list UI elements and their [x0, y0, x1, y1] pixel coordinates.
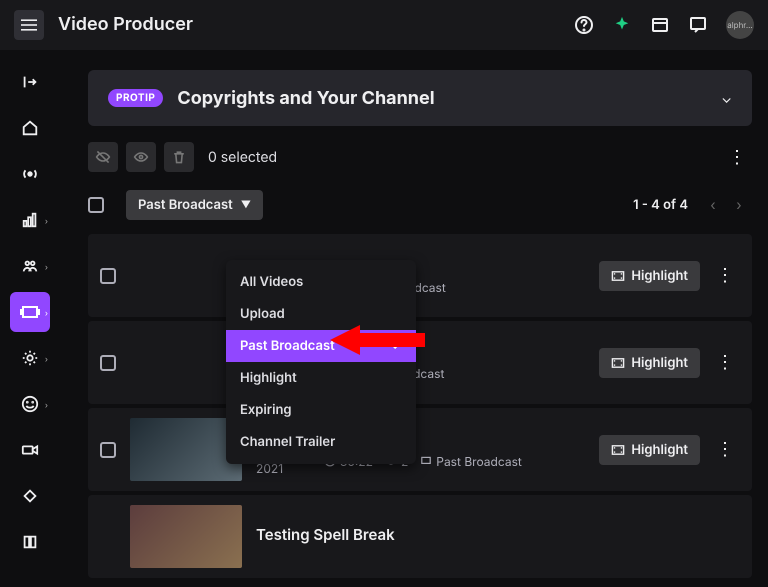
sidebar-camera[interactable] — [10, 430, 50, 470]
gear-icon — [21, 349, 39, 367]
sidebar-emotes[interactable]: › — [10, 384, 50, 424]
chat-button[interactable] — [688, 15, 708, 35]
row-more-button[interactable]: ⋮ — [710, 435, 740, 465]
eye-icon — [133, 149, 149, 165]
publish-button[interactable] — [126, 142, 156, 172]
row-checkbox[interactable] — [100, 268, 116, 284]
home-icon — [21, 119, 39, 137]
sidebar: › › › › › — [0, 50, 60, 587]
video-title[interactable]: Testing Spell Break — [256, 525, 740, 544]
emote-icon — [21, 395, 39, 413]
protip-badge: PROTIP — [108, 89, 163, 107]
film-icon — [611, 356, 625, 370]
docs-icon — [21, 533, 39, 551]
inbox-icon — [650, 15, 670, 35]
sparkle-button[interactable] — [612, 15, 632, 35]
filter-dropdown-button[interactable]: Past Broadcast ▼ — [126, 190, 263, 220]
camera-icon — [21, 441, 39, 459]
sidebar-collapse[interactable] — [10, 62, 50, 102]
page-title: Video Producer — [58, 14, 193, 35]
unpublish-button[interactable] — [88, 142, 118, 172]
avatar[interactable]: alphr... — [726, 11, 754, 39]
content-icon — [20, 302, 40, 322]
bulk-toolbar: 0 selected ⋮ — [88, 142, 752, 172]
dropdown-item-channel-trailer[interactable]: Channel Trailer — [226, 426, 416, 458]
protip-banner[interactable]: PROTIP Copyrights and Your Channel ⌄ — [88, 70, 752, 126]
delete-button[interactable] — [164, 142, 194, 172]
help-button[interactable] — [574, 15, 594, 35]
chevron-down-icon: ⌄ — [721, 90, 732, 107]
topbar: Video Producer alphr... — [0, 0, 768, 50]
film-icon — [611, 443, 625, 457]
filter-row: Past Broadcast ▼ 1 - 4 of 4 ‹ › — [88, 190, 752, 220]
next-page-button[interactable]: › — [726, 192, 752, 218]
inbox-button[interactable] — [650, 15, 670, 35]
highlight-button[interactable]: Highlight — [599, 261, 700, 291]
sidebar-analytics[interactable]: › — [10, 200, 50, 240]
trash-icon — [171, 149, 187, 165]
film-icon — [611, 269, 625, 283]
analytics-icon — [21, 211, 39, 229]
row-more-button[interactable]: ⋮ — [710, 261, 740, 291]
sidebar-content[interactable]: › — [10, 292, 50, 332]
video-row: Bisaya Gaming August 7, 2021 36:22 2 Pas… — [88, 408, 752, 491]
video-thumbnail[interactable] — [130, 505, 242, 568]
help-icon — [574, 15, 594, 35]
sidebar-settings[interactable]: › — [10, 338, 50, 378]
sidebar-home[interactable] — [10, 108, 50, 148]
community-icon — [21, 257, 39, 275]
collapse-icon — [21, 73, 39, 91]
extensions-icon — [21, 487, 39, 505]
flag-icon — [420, 455, 432, 467]
hamburger-icon — [21, 17, 37, 33]
chat-icon — [688, 15, 708, 35]
selected-count: 0 selected — [208, 149, 714, 166]
dropdown-item-highlight[interactable]: Highlight — [226, 362, 416, 394]
filter-dropdown-menu: All Videos Upload Past Broadcast✓ Highli… — [226, 260, 416, 464]
stream-icon — [21, 165, 39, 183]
toolbar-more-button[interactable]: ⋮ — [722, 142, 752, 172]
video-row: ya Gaming stBroadcast Highlight ⋮ — [88, 234, 752, 317]
chevron-down-icon: ▼ — [241, 199, 251, 211]
video-row: Testing Spell Break — [88, 495, 752, 578]
row-checkbox[interactable] — [100, 355, 116, 371]
sidebar-community[interactable]: › — [10, 246, 50, 286]
sparkle-icon — [613, 16, 631, 34]
row-checkbox[interactable] — [100, 442, 116, 458]
eye-off-icon — [95, 149, 111, 165]
dropdown-item-expiring[interactable]: Expiring — [226, 394, 416, 426]
annotation-arrow — [330, 320, 430, 360]
menu-button[interactable] — [14, 10, 44, 40]
select-all-checkbox[interactable] — [88, 197, 104, 213]
dropdown-item-all-videos[interactable]: All Videos — [226, 266, 416, 298]
prev-page-button[interactable]: ‹ — [700, 192, 726, 218]
row-more-button[interactable]: ⋮ — [710, 348, 740, 378]
filter-label: Past Broadcast — [138, 197, 233, 213]
highlight-button[interactable]: Highlight — [599, 348, 700, 378]
topbar-actions: alphr... — [574, 11, 754, 39]
video-type: Past Broadcast — [420, 454, 522, 469]
sidebar-docs[interactable] — [10, 522, 50, 562]
sidebar-stream[interactable] — [10, 154, 50, 194]
pagination-label: 1 - 4 of 4 — [633, 197, 688, 213]
highlight-button[interactable]: Highlight — [599, 435, 700, 465]
sidebar-extensions[interactable] — [10, 476, 50, 516]
banner-title: Copyrights and Your Channel — [177, 88, 721, 109]
